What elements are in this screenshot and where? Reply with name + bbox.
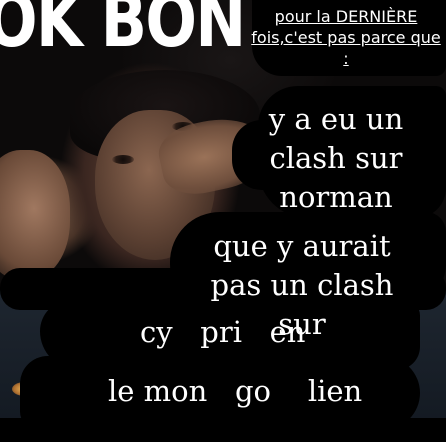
left-eye: [112, 155, 134, 164]
friend-face: [0, 150, 70, 280]
meme-image: OK BON pour la DERNIÈRE fois,c'est pas p…: [0, 0, 446, 442]
meme-note: pour la DERNIÈRE fois,c'est pas parce qu…: [251, 7, 441, 68]
meme-line-1: y a eu un clash sur norman: [268, 102, 404, 214]
meme-line-3: cy pri en: [140, 315, 306, 349]
meme-line-4: le mon go lien: [108, 374, 363, 408]
marker-scribble: [0, 418, 446, 442]
meme-title: OK BON: [0, 0, 246, 64]
